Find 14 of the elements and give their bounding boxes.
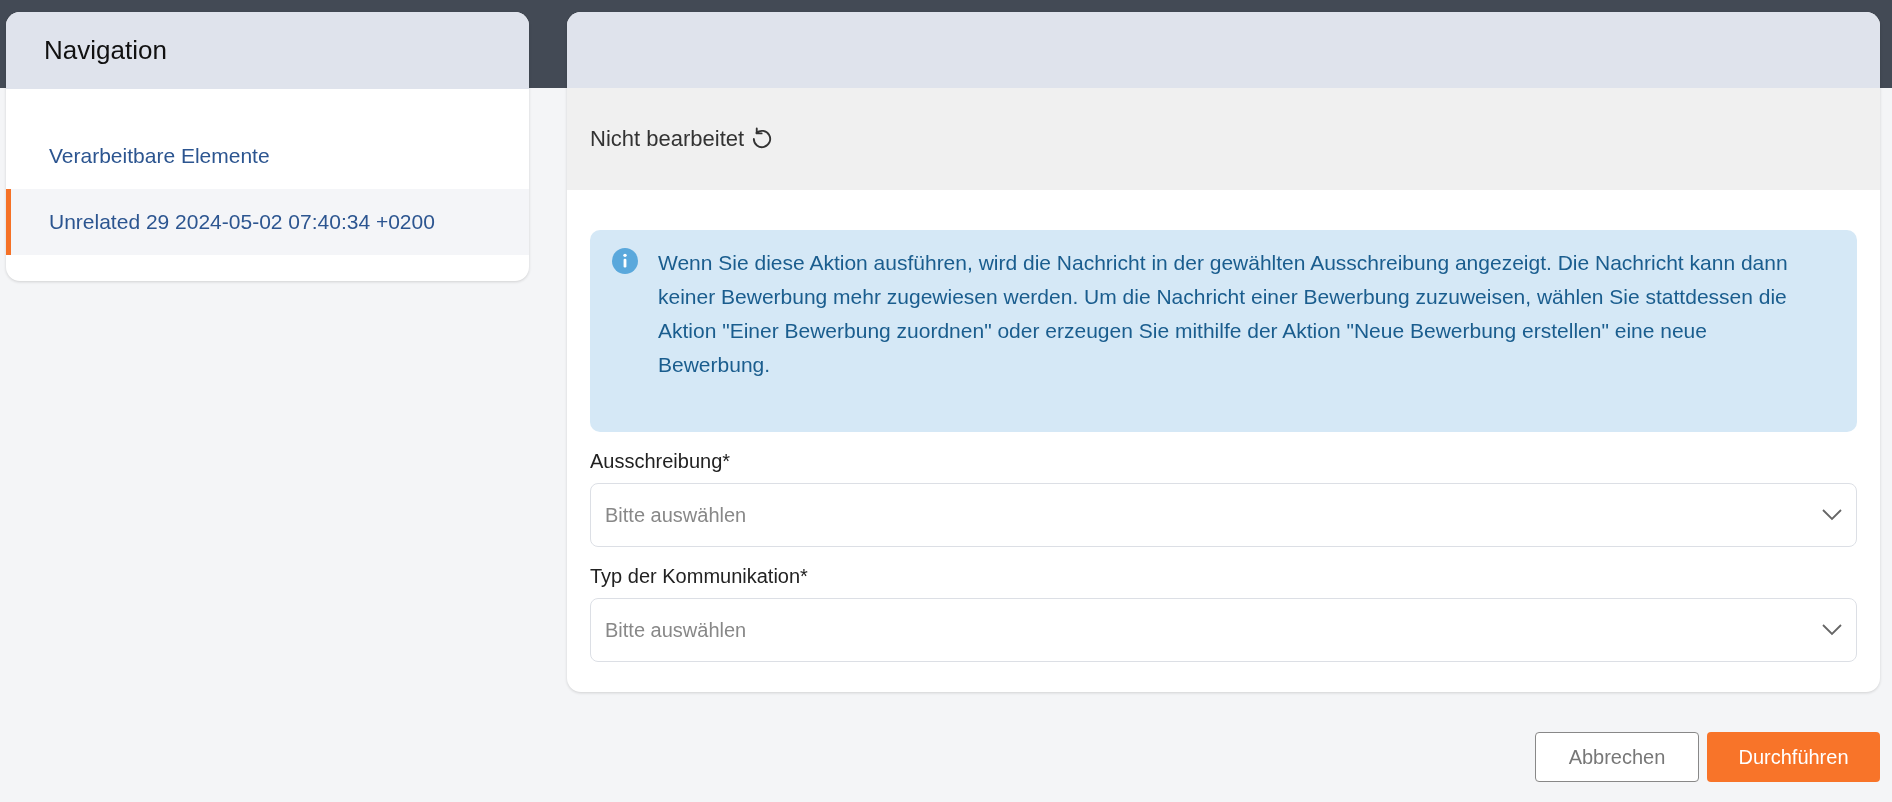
action-button[interactable]: Abbrechen xyxy=(1535,732,1699,782)
nav-item[interactable]: Unrelated 29 2024-05-02 07:40:34 +0200 xyxy=(6,189,529,255)
chevron-down-icon xyxy=(1822,624,1842,636)
navigation-title: Navigation xyxy=(44,35,167,66)
action-button[interactable]: Durchführen xyxy=(1707,732,1880,782)
info-message: Wenn Sie diese Aktion ausführen, wird die Nachricht in der gewählten Ausschreibung angezeigt. Die Nachricht kann dann keiner Bewerbung mehr zugewiesen werden. Um die Nachricht einer Bewerbung zuzuweisen, wählen Sie stattdessen die Aktion "Einer Bewerbung zuordnen" oder erzeugen Sie mithilfe der Aktion "Neue Bewerbung erstellen" eine neue Bewerbung. xyxy=(658,250,1789,378)
select-field[interactable]: Bitte auswählen xyxy=(590,483,1857,547)
select-field[interactable]: Bitte auswählen xyxy=(590,598,1857,662)
nav-item[interactable]: Verarbeitbare Elemente xyxy=(6,123,529,189)
field-label: Typ der Kommunikation* xyxy=(590,565,809,588)
field-label: Ausschreibung* xyxy=(590,450,732,473)
info-icon xyxy=(612,248,638,274)
status-label: Nicht bearbeitet xyxy=(590,126,745,152)
chevron-down-icon xyxy=(1822,509,1842,521)
